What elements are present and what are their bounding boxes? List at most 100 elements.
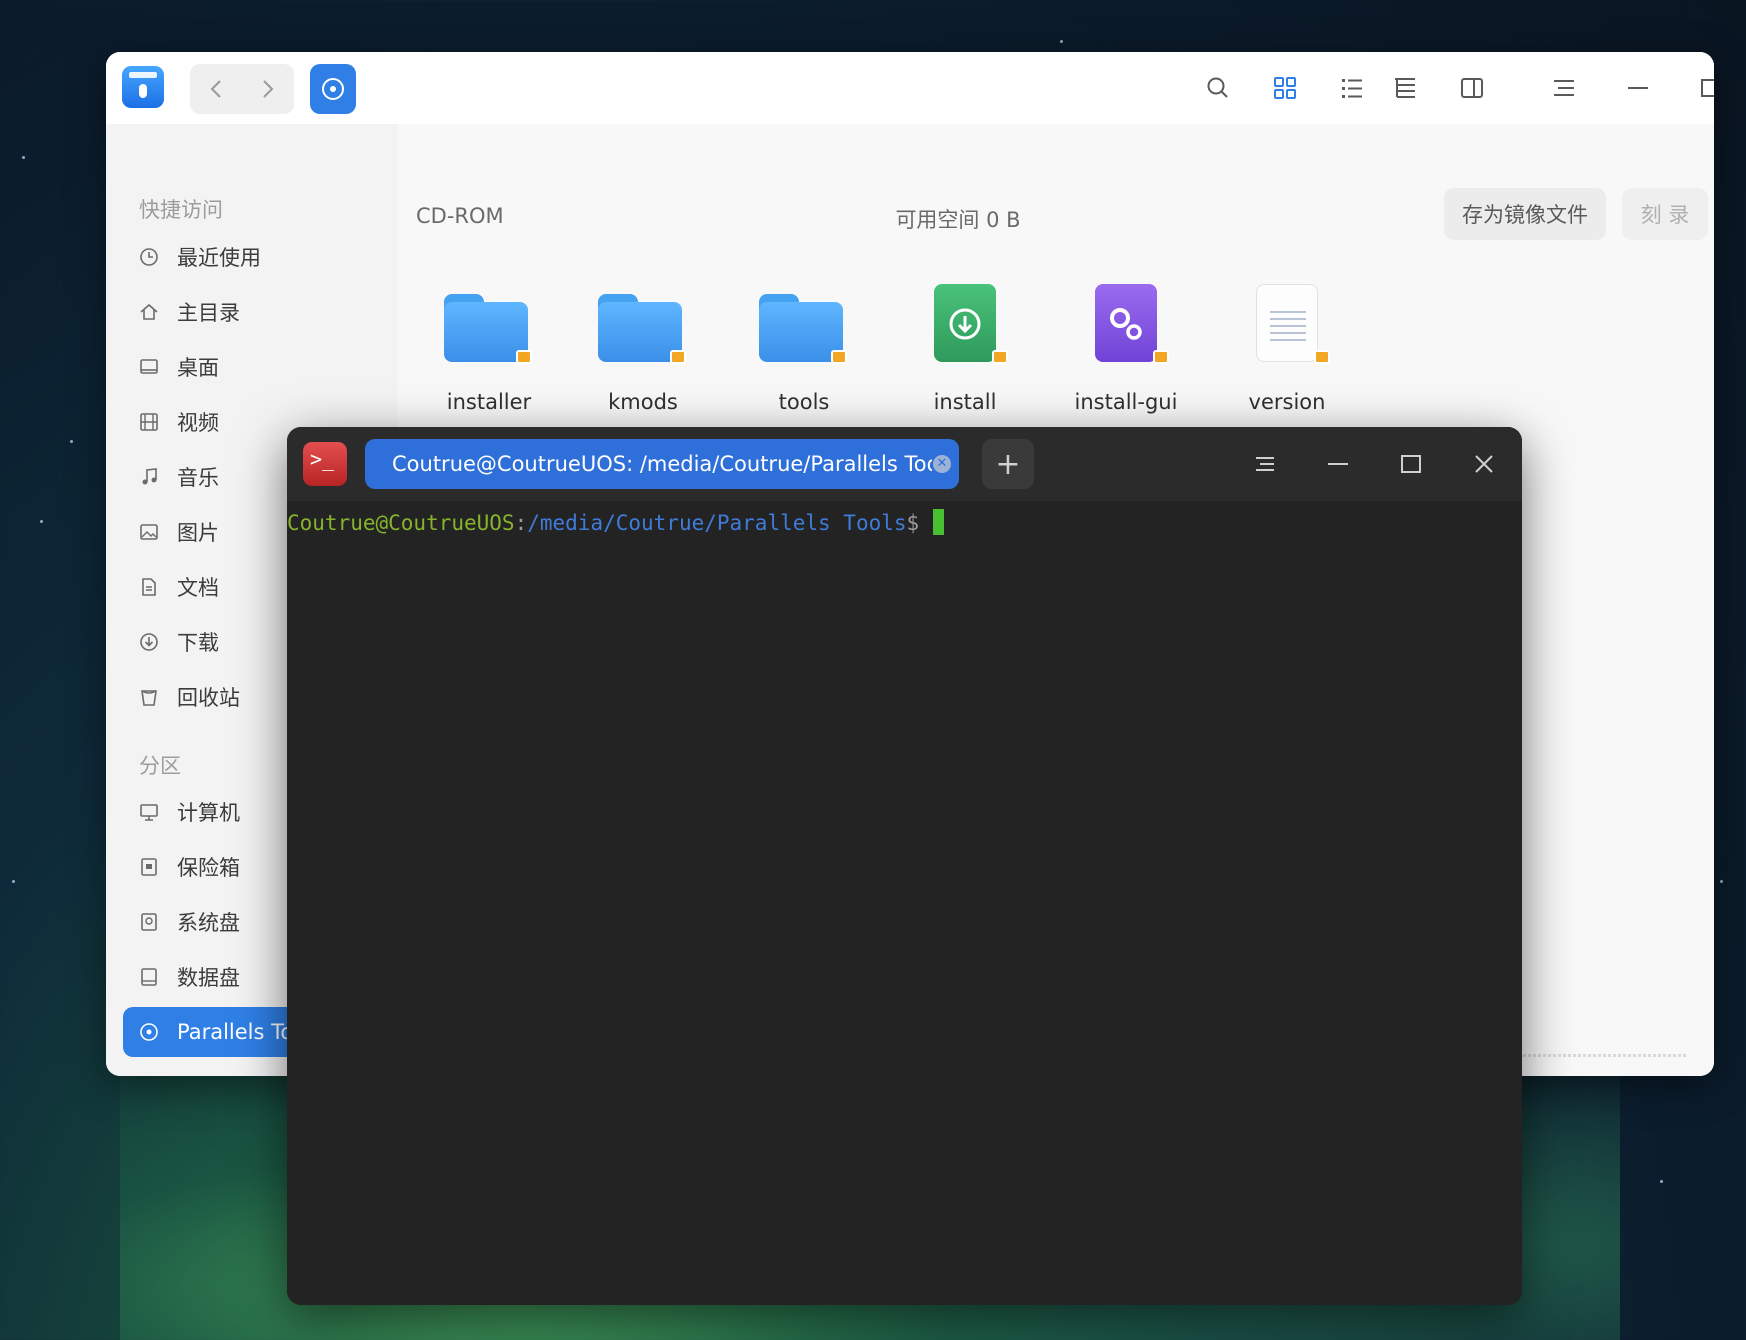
sidebar-item-label: 视频 (177, 411, 219, 435)
add-tab-button[interactable]: + (982, 439, 1034, 489)
sidebar-item-label: 图片 (177, 521, 219, 545)
terminal-maximize-button[interactable] (1396, 449, 1426, 479)
breadcrumb-cdrom-button[interactable] (310, 64, 356, 114)
sidebar-item-label: 桌面 (177, 356, 219, 380)
save-as-image-button[interactable]: 存为镜像文件 (1444, 188, 1606, 240)
hamburger-menu-icon (1256, 457, 1274, 471)
terminal-tab[interactable]: Coutrue@CoutrueUOS: /media/Coutrue/Paral… (365, 439, 959, 489)
forward-button[interactable] (242, 64, 294, 114)
folder-icon (759, 284, 849, 368)
disc-icon (322, 78, 344, 100)
prompt-user-host: Coutrue@CoutrueUOS (287, 511, 515, 535)
maximize-icon (1701, 79, 1714, 97)
wallpaper-star (1660, 1180, 1663, 1183)
chevron-right-icon (263, 80, 274, 98)
sidebar-item-label: 最近使用 (177, 246, 261, 270)
prompt-symbol: $ (906, 511, 920, 535)
file-item-install[interactable]: install (895, 284, 1035, 414)
lock-icon (670, 350, 686, 364)
picture-icon (139, 522, 159, 542)
terminal-menu-button[interactable] (1250, 449, 1280, 479)
music-icon (139, 467, 159, 487)
sidebar-section-partitions: 分区 (139, 754, 181, 778)
file-manager-titlebar (106, 52, 1714, 124)
lock-icon (831, 350, 847, 364)
terminal-output[interactable]: Coutrue@CoutrueUOS:/media/Coutrue/Parall… (287, 501, 1522, 1305)
prompt-path: /media/Coutrue/Parallels Tools (527, 511, 907, 535)
wallpaper-star (1060, 40, 1063, 43)
minimize-icon (1328, 463, 1348, 465)
sidebar-section-quick-access: 快捷访问 (139, 198, 223, 222)
lock-icon (1153, 350, 1169, 364)
hamburger-menu-icon (1554, 80, 1574, 96)
sidebar-item-label: 下载 (177, 631, 219, 655)
sidebar-item-label: 计算机 (177, 801, 240, 825)
list-view-button[interactable] (1336, 72, 1368, 104)
main-menu-button[interactable] (1548, 72, 1580, 104)
terminal-logo-icon[interactable]: >_ (303, 442, 347, 486)
terminal-minimize-button[interactable] (1323, 449, 1353, 479)
file-item-kmods[interactable]: kmods (573, 284, 713, 414)
computer-icon (139, 802, 159, 822)
text-file-icon (1242, 284, 1332, 368)
sidebar-item-home[interactable]: 主目录 (123, 287, 393, 337)
file-manager-logo-icon[interactable] (122, 66, 164, 108)
sidebar-item-desktop[interactable]: 桌面 (123, 342, 393, 392)
close-icon (1475, 455, 1493, 473)
sidebar-item-recent[interactable]: 最近使用 (123, 232, 393, 282)
location-label: CD-ROM (416, 204, 504, 228)
folder-icon (444, 284, 534, 368)
sidebar-item-label: 数据盘 (177, 966, 240, 990)
desktop-icon (139, 357, 159, 377)
file-item-version[interactable]: version (1217, 284, 1357, 414)
download-arrow-icon (949, 308, 981, 340)
file-name: install (933, 390, 997, 414)
free-space-label: 可用空间 0 B (895, 208, 1021, 232)
prompt-separator: : (514, 511, 528, 535)
burn-button[interactable]: 刻 录 (1622, 188, 1708, 240)
installer-file-icon (920, 284, 1010, 368)
back-button[interactable] (190, 64, 242, 114)
vault-icon (139, 857, 159, 877)
tree-view-button[interactable] (1389, 72, 1421, 104)
sidebar-item-label: 系统盘 (177, 911, 240, 935)
minimize-icon (1628, 87, 1648, 89)
search-button[interactable] (1202, 72, 1234, 104)
file-name: version (1248, 390, 1326, 414)
sidebar-item-label: 保险箱 (177, 856, 240, 880)
sidebar-item-label: 主目录 (177, 301, 240, 325)
data-disk-icon (139, 967, 159, 987)
terminal-close-button[interactable] (1469, 449, 1499, 479)
chevron-left-icon (210, 80, 221, 98)
wallpaper-star (22, 156, 25, 159)
file-name: install-gui (1074, 390, 1178, 414)
search-icon (1207, 77, 1228, 98)
clock-icon (139, 247, 159, 267)
trash-icon (139, 687, 159, 707)
disc-icon (139, 1022, 159, 1042)
icon-view-button[interactable] (1269, 72, 1301, 104)
sidebar-item-label: 回收站 (177, 686, 240, 710)
folder-icon (598, 284, 688, 368)
document-icon (139, 577, 159, 597)
shell-prompt: Coutrue@CoutrueUOS:/media/Coutrue/Parall… (287, 509, 945, 535)
side-panel-icon (1461, 78, 1483, 98)
gears-icon (1110, 308, 1142, 340)
tree-view-icon (1395, 78, 1415, 98)
terminal-window: >_ Coutrue@CoutrueUOS: /media/Coutrue/Pa… (287, 427, 1522, 1305)
maximize-button[interactable] (1695, 72, 1714, 104)
maximize-icon (1401, 455, 1421, 473)
file-item-tools[interactable]: tools (734, 284, 874, 414)
wallpaper-star (1720, 880, 1723, 883)
file-item-installer[interactable]: installer (419, 284, 559, 414)
terminal-titlebar: >_ Coutrue@CoutrueUOS: /media/Coutrue/Pa… (287, 427, 1522, 501)
lock-icon (516, 350, 532, 364)
tab-close-icon[interactable]: ✕ (933, 455, 951, 473)
detail-panel-button[interactable] (1456, 72, 1488, 104)
lock-icon (992, 350, 1008, 364)
minimize-button[interactable] (1622, 72, 1654, 104)
wallpaper-star (70, 440, 73, 443)
list-view-icon (1342, 79, 1362, 98)
text-cursor (933, 509, 945, 535)
file-item-install-gui[interactable]: install-gui (1056, 284, 1196, 414)
